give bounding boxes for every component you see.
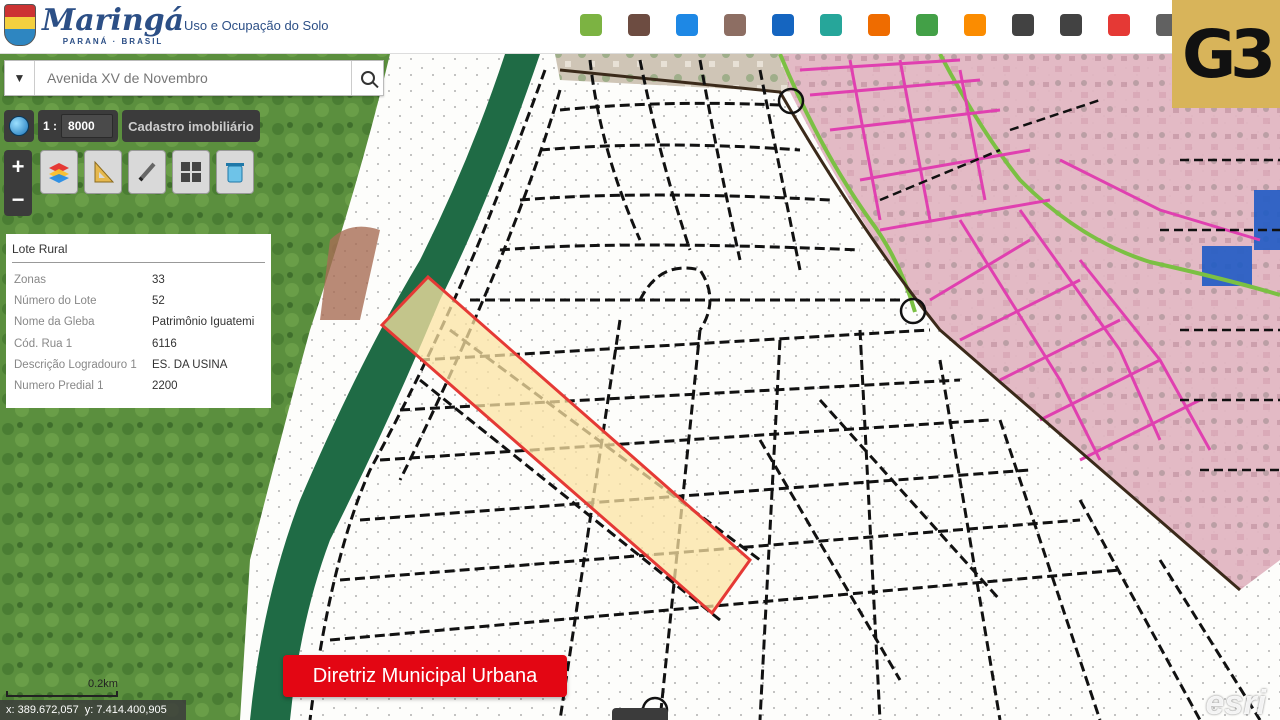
info-key: Descrição Logradouro 1 bbox=[14, 358, 137, 371]
map-tools bbox=[40, 150, 254, 194]
info-key: Numero Predial 1 bbox=[14, 380, 104, 393]
stamp-icon bbox=[868, 14, 890, 36]
app-title: Uso e Ocupação do Solo bbox=[184, 18, 329, 33]
toolbar-button-7[interactable] bbox=[910, 8, 944, 42]
panel-toggle-button[interactable] bbox=[612, 708, 668, 720]
query-icon bbox=[820, 14, 842, 36]
trash-icon bbox=[226, 163, 244, 183]
notes-icon bbox=[580, 14, 602, 36]
address-search-bar: ▼ bbox=[4, 60, 384, 96]
cadastro-imobiliario-button[interactable]: Cadastro imobiliário bbox=[122, 110, 260, 142]
toolbar-button-6[interactable] bbox=[862, 8, 896, 42]
coordinate-readout: x: 389.672,057 y: 7.414.400,905 bbox=[0, 700, 186, 720]
coord-x: x: 389.672,057 bbox=[6, 704, 79, 716]
app-header: Maringá PARANÁ · BRASIL Uso e Ocupação d… bbox=[0, 0, 1280, 54]
info-row: Numero Predial 1 2200 bbox=[12, 375, 265, 396]
toolbar-button-10[interactable] bbox=[1054, 8, 1088, 42]
info-value: 52 bbox=[152, 294, 165, 307]
info-key: Número do Lote bbox=[14, 294, 97, 307]
globe-icon bbox=[9, 116, 29, 136]
info-value: 2200 bbox=[152, 380, 178, 393]
g3-logo: G3 bbox=[1172, 0, 1280, 108]
coord-y: y: 7.414.400,905 bbox=[84, 704, 167, 716]
toolbar-button-8[interactable] bbox=[958, 8, 992, 42]
info-panel-title: Lote Rural bbox=[12, 242, 265, 263]
layers-icon bbox=[1060, 14, 1082, 36]
ruler-triangle-icon bbox=[94, 160, 115, 183]
maringa-logo[interactable]: Maringá PARANÁ · BRASIL bbox=[4, 4, 184, 46]
grid-icon bbox=[181, 162, 201, 182]
basemap-gallery-button[interactable] bbox=[172, 150, 210, 194]
document-icon bbox=[724, 14, 746, 36]
esri-logo: esri bbox=[1205, 684, 1267, 720]
zoom-out-button[interactable]: − bbox=[12, 187, 25, 213]
toolbar-button-1[interactable] bbox=[622, 8, 656, 42]
info-key: Nome da Gleba bbox=[14, 316, 95, 329]
toolbar-button-11[interactable] bbox=[1102, 8, 1136, 42]
toolbar-button-4[interactable] bbox=[766, 8, 800, 42]
info-value: Patrimônio Iguatemi bbox=[152, 316, 255, 329]
clear-button[interactable] bbox=[216, 150, 254, 194]
info-key: Cód. Rua 1 bbox=[14, 337, 73, 350]
info-row: Zonas 33 bbox=[12, 269, 265, 290]
search-button[interactable] bbox=[351, 61, 383, 95]
info-value: ES. DA USINA bbox=[152, 358, 228, 371]
toolbar-button-3[interactable] bbox=[718, 8, 752, 42]
pencil-icon bbox=[138, 162, 156, 182]
diretriz-banner: Diretriz Municipal Urbana bbox=[283, 655, 567, 697]
info-value: 6116 bbox=[152, 337, 177, 350]
info-value: 33 bbox=[152, 273, 165, 286]
toolbar-button-2[interactable] bbox=[670, 8, 704, 42]
scale-bar: 0.2km bbox=[6, 678, 118, 697]
info-row: Número do Lote 52 bbox=[12, 290, 265, 311]
location-pin-icon bbox=[1108, 14, 1130, 36]
zoom-control: + − bbox=[4, 150, 32, 216]
city-crest-icon bbox=[4, 4, 36, 46]
layers-button[interactable] bbox=[40, 150, 78, 194]
printer-icon bbox=[1012, 14, 1034, 36]
search-type-dropdown[interactable]: ▼ bbox=[5, 61, 35, 95]
brand-subtitle: PARANÁ · BRASIL bbox=[62, 36, 164, 46]
scale-control: 1 : bbox=[38, 110, 118, 142]
scale-input[interactable] bbox=[61, 114, 114, 138]
overview-button[interactable] bbox=[4, 110, 34, 142]
zoom-in-button[interactable]: + bbox=[12, 154, 25, 180]
toolbar-button-9[interactable] bbox=[1006, 8, 1040, 42]
scale-bar-line bbox=[6, 691, 118, 697]
search-icon bbox=[360, 71, 375, 85]
layers-stack-icon bbox=[49, 163, 69, 183]
scale-prefix: 1 : bbox=[43, 119, 58, 133]
feature-info-panel: Lote Rural Zonas 33 Número do Lote 52 Nome d… bbox=[6, 234, 271, 408]
map-icon bbox=[916, 14, 938, 36]
blue-zone-block-2 bbox=[1254, 190, 1280, 250]
measure-button[interactable] bbox=[84, 150, 122, 194]
scale-bar-label: 0.2km bbox=[88, 678, 118, 690]
cube-icon bbox=[628, 14, 650, 36]
main-toolbar bbox=[574, 8, 1184, 42]
toolbar-button-0[interactable] bbox=[574, 8, 608, 42]
toolbar-button-5[interactable] bbox=[814, 8, 848, 42]
report-icon bbox=[772, 14, 794, 36]
orange-dot-icon bbox=[964, 14, 986, 36]
numbers-icon bbox=[676, 14, 698, 36]
brand-name: Maringá bbox=[42, 2, 185, 38]
draw-button[interactable] bbox=[128, 150, 166, 194]
info-row: Descrição Logradouro 1 ES. DA USINA bbox=[12, 354, 265, 375]
address-search-input[interactable] bbox=[35, 70, 351, 86]
info-row: Cód. Rua 1 6116 bbox=[12, 333, 265, 354]
info-key: Zonas bbox=[14, 273, 46, 286]
info-row: Nome da Gleba Patrimônio Iguatemi bbox=[12, 312, 265, 333]
